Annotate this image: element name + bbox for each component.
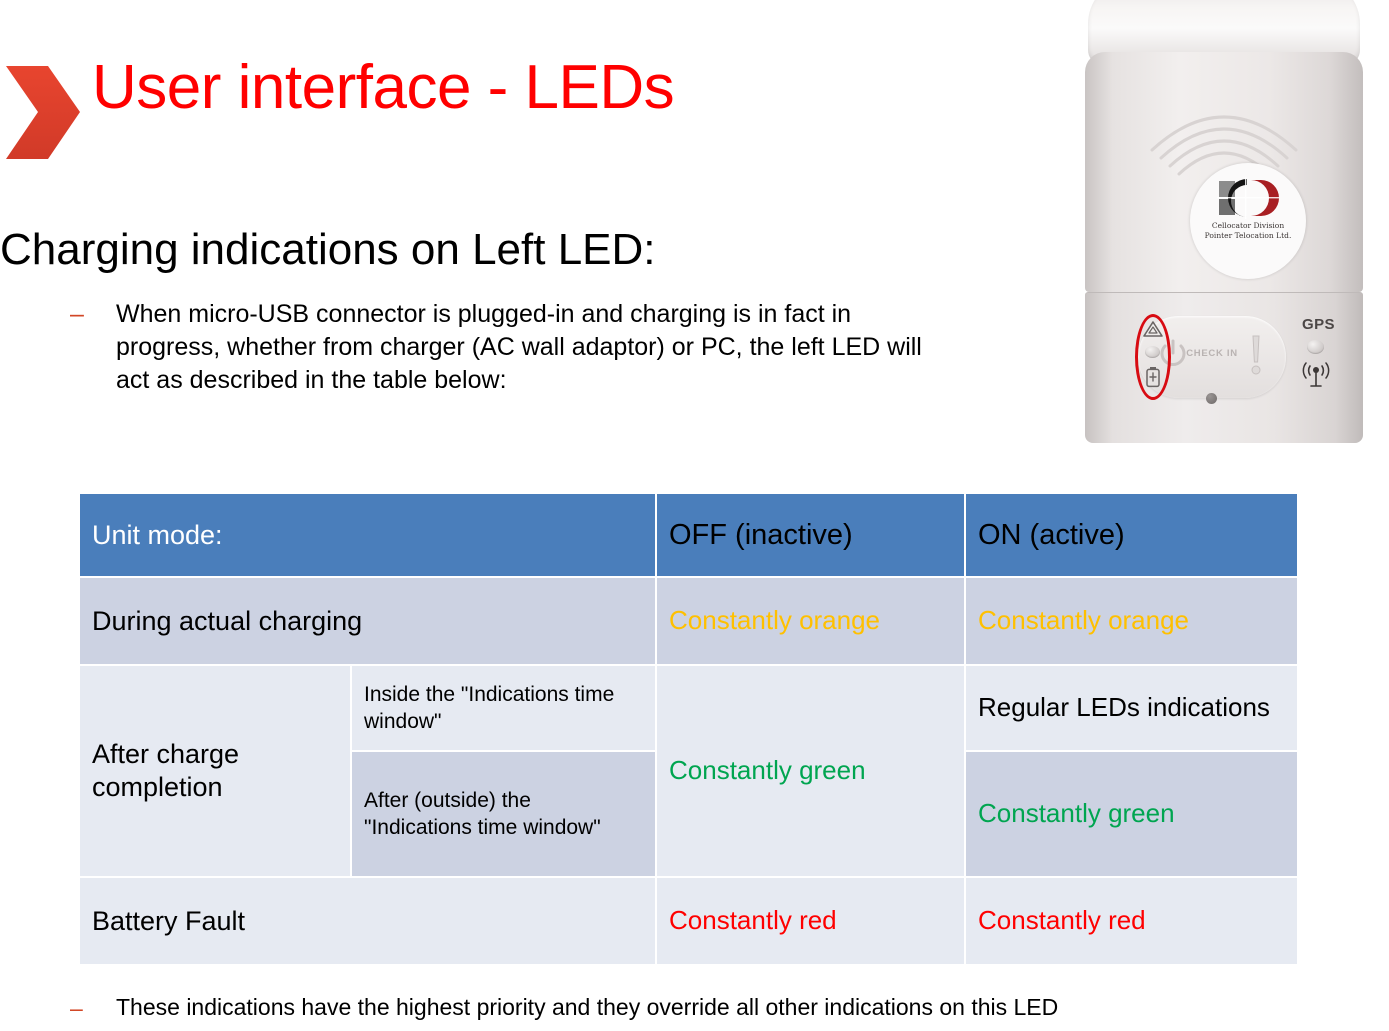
page-title: User interface - LEDs — [92, 53, 675, 122]
device-logo-text: Cellocator Division Pointer Telocation L… — [1190, 221, 1306, 242]
led-indications-table: Unit mode: OFF (inactive) ON (active) Du… — [78, 492, 1299, 966]
cell-sublabel-inside-window: Inside the "Indications time window" — [350, 664, 657, 752]
header-mode-on: ON (active) — [964, 492, 1299, 578]
led-highlight-ellipse — [1135, 314, 1171, 400]
bullet-dash-icon: – — [70, 995, 83, 1021]
bullet-dash-icon: – — [70, 300, 84, 328]
chevron-right-icon — [4, 64, 82, 162]
row-label-after-charge: After charge completion — [78, 664, 352, 878]
row-label-battery-fault: Battery Fault — [78, 876, 657, 966]
cell-charging-off: Constantly orange — [655, 576, 966, 666]
cell-battery-fault-on: Constantly red — [964, 876, 1299, 966]
section-heading: Charging indications on Left LED: — [0, 225, 656, 274]
header-unit-mode: Unit mode: — [78, 492, 657, 578]
table-row: Battery Fault Constantly red Constantly … — [78, 876, 1299, 966]
slide-title-block: User interface - LEDs — [0, 53, 900, 168]
exclamation-icon — [1251, 335, 1261, 375]
lead-bullet-item: – When micro-USB connector is plugged-in… — [70, 298, 950, 397]
table-header-row: Unit mode: OFF (inactive) ON (active) — [78, 492, 1299, 578]
cell-outside-window-on: Constantly green — [964, 750, 1299, 878]
antenna-signal-icon — [1302, 362, 1330, 387]
cell-battery-fault-off: Constantly red — [655, 876, 966, 966]
device-logo-line1: Cellocator Division — [1211, 221, 1285, 230]
cell-after-charge-off: Constantly green — [655, 664, 966, 878]
table-row: During actual charging Constantly orange… — [78, 576, 1299, 666]
lead-bullet-text: When micro-USB connector is plugged-in a… — [116, 300, 922, 394]
device-logo-line2: Pointer Telocation Ltd. — [1204, 231, 1292, 241]
gps-label: GPS — [1302, 316, 1335, 333]
header-mode-off: OFF (inactive) — [655, 492, 966, 578]
cell-sublabel-outside-window: After (outside) the "Indications time wi… — [350, 750, 657, 878]
cell-inside-window-on: Regular LEDs indications — [964, 664, 1299, 752]
table-row: After charge completion Inside the "Indi… — [78, 664, 1299, 878]
device-logo-badge: Cellocator Division Pointer Telocation L… — [1190, 163, 1306, 279]
footnote-text: These indications have the highest prior… — [116, 994, 1059, 1020]
cell-charging-on: Constantly orange — [964, 576, 1299, 666]
device-photo: Cellocator Division Pointer Telocation L… — [1052, 0, 1372, 460]
cellocator-logo-icon — [1217, 177, 1279, 219]
device-screw — [1206, 393, 1217, 404]
footnote-bullet-item: – These indications have the highest pri… — [70, 993, 1370, 1023]
row-label-charging: During actual charging — [78, 576, 657, 666]
gps-led — [1307, 340, 1324, 354]
